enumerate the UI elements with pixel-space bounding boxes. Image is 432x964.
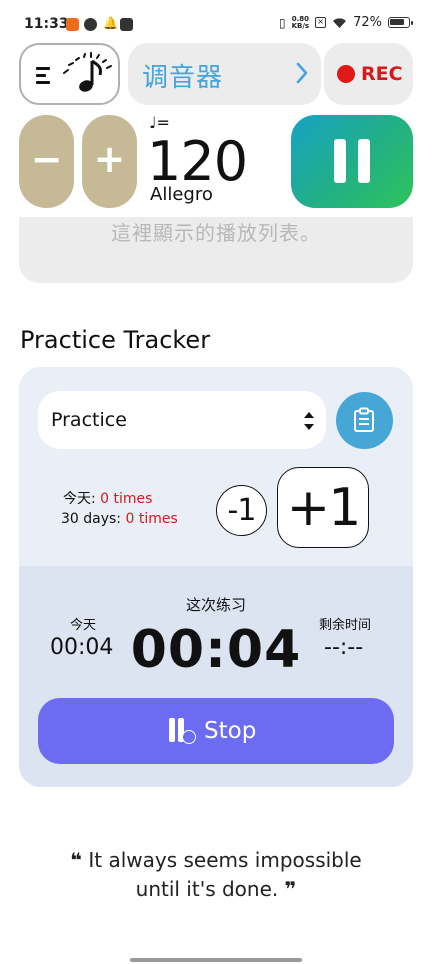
vibrate-icon: ▯ <box>279 15 286 30</box>
tuner-button[interactable]: 调音器 <box>128 43 321 105</box>
select-arrows-icon <box>304 412 314 430</box>
practice-item-select[interactable]: Practice <box>38 391 326 449</box>
practice-log-button[interactable] <box>336 392 393 449</box>
practice-timer-section: 今天 00:04 这次练习 00:04 剩余时间 --:-- Stop <box>19 566 413 787</box>
wifi-icon <box>333 17 347 28</box>
today-count: 今天: 0 times <box>63 488 152 508</box>
practice-item-value: Practice <box>51 409 127 431</box>
notification-app-icon <box>66 18 79 31</box>
minus-icon: − <box>30 137 63 181</box>
session-label: 这次练习 <box>185 596 246 614</box>
notification-app-icon-3 <box>120 18 133 31</box>
quote-line-1: It always seems impossible <box>88 848 362 872</box>
playlist-panel: 這裡顯示的播放列表。 <box>19 217 413 283</box>
status-bar: 11:33 🔔 ▯ 0.80 KB/s × 72% <box>0 0 432 40</box>
today-count-value: 0 times <box>100 491 153 507</box>
pause-icon <box>334 139 370 183</box>
notification-app-icon-2 <box>84 18 97 31</box>
quote-line-2: until it's done. <box>135 877 279 901</box>
stop-label: Stop <box>204 718 257 744</box>
tuner-label: 调音器 <box>142 63 224 93</box>
pause-timer-icon <box>168 716 198 746</box>
motivational-quote: ❝ It always seems impossible until it's … <box>0 846 432 904</box>
practice-count-section: Practice 今天: 0 times 30 days: 0 times -1 <box>19 367 413 566</box>
status-time: 11:33 <box>24 16 69 32</box>
battery-icon <box>388 17 413 28</box>
menu-button[interactable] <box>19 43 120 105</box>
tempo-decrease-button[interactable]: − <box>19 115 74 208</box>
playlist-hint: 這裡顯示的播放列表。 <box>111 221 321 245</box>
decrement-count-button[interactable]: -1 <box>216 485 267 536</box>
thirty-day-count: 30 days: 0 times <box>61 511 178 527</box>
thirty-day-label: 30 days: <box>61 511 122 527</box>
tuner-note-logo-icon <box>63 52 112 92</box>
decrement-label: -1 <box>227 493 257 528</box>
record-button[interactable]: REC <box>324 43 413 105</box>
tempo-name: Allegro <box>150 184 213 205</box>
open-quote-mark: ❝ <box>70 848 83 872</box>
home-indicator[interactable] <box>130 958 302 962</box>
thirty-day-value: 0 times <box>125 511 178 527</box>
clipboard-icon <box>354 407 374 432</box>
close-quote-mark: ❞ <box>284 877 297 901</box>
practice-tracker-card: Practice 今天: 0 times 30 days: 0 times -1 <box>19 367 413 787</box>
stop-practice-button[interactable]: Stop <box>38 698 394 764</box>
record-dot-icon <box>337 65 355 83</box>
bell-icon: 🔔 <box>103 16 118 30</box>
today-count-label: 今天: <box>63 491 96 507</box>
tempo-increase-button[interactable]: + <box>82 115 137 208</box>
practice-tracker-title: Practice Tracker <box>20 326 211 354</box>
battery-percent: 72% <box>353 15 382 30</box>
top-bar: 调音器 REC <box>19 43 413 105</box>
net-speed: 0.80 KB/s <box>291 15 310 30</box>
increment-label: +1 <box>286 478 362 538</box>
remaining-time-label: 剩余时间 <box>319 618 372 633</box>
play-pause-button[interactable] <box>291 115 413 208</box>
sim-icon: × <box>315 17 327 28</box>
plus-icon: + <box>93 137 126 181</box>
increment-count-button[interactable]: +1 <box>277 467 369 548</box>
remaining-time-value: --:-- <box>324 635 364 660</box>
record-label: REC <box>361 63 403 85</box>
net-speed-unit: KB/s <box>291 21 310 30</box>
chevron-right-icon <box>296 62 308 84</box>
menu-icon <box>36 67 50 88</box>
